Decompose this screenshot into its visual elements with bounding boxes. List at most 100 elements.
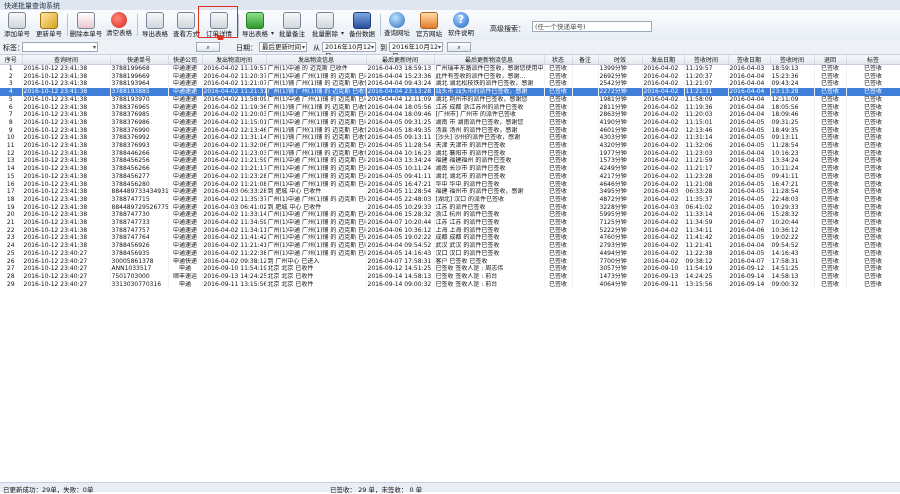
column-header[interactable]: 发出物流信息 (266, 55, 367, 65)
table-cell: 2016-04-02 (642, 211, 685, 220)
table-cell (572, 249, 599, 258)
table-cell: 已签收 (544, 226, 573, 235)
official-site-button[interactable]: 官方网站 (414, 11, 444, 39)
column-header[interactable]: 最后更新物流信息 (434, 55, 545, 65)
table-row[interactable]: 5 2016-10-12 23:41:38 3788193970 中通速递 2016-0… (0, 95, 900, 104)
tag-label: 标签： (3, 44, 24, 52)
table-row[interactable]: 6 2016-10-12 23:41:38 3788376965 中通速递 2016-0… (0, 103, 900, 112)
batch-note-button[interactable]: 批量备注 (277, 11, 307, 39)
table-cell: 中通速递 (168, 242, 203, 250)
table-cell: 中通速递 (168, 203, 203, 212)
search-button[interactable]: ⌕ (196, 42, 220, 52)
table-row[interactable]: 16 2016-10-12 23:41:38 3788456280 中通速递 2016-… (0, 180, 900, 189)
table-cell: 已签收 (846, 72, 900, 81)
table-cell: 09:43:24 (770, 80, 815, 89)
column-header[interactable]: 发出日期 (642, 55, 685, 65)
column-header[interactable]: 时效 (598, 55, 643, 65)
column-header[interactable]: 状态 (544, 55, 573, 65)
table-cell: 2016-04-02 (642, 134, 685, 143)
search-input[interactable]: (任一个快递单号) (532, 21, 652, 32)
table-cell: 15:23:36 (770, 72, 815, 81)
help-button[interactable]: ? 软件说明 (446, 11, 476, 39)
column-header[interactable]: 快递公司 (168, 55, 203, 65)
table-row[interactable]: 19 2016-10-12 23:41:38 8844897295267754 中通速… (0, 203, 900, 212)
chevron-down-icon[interactable]: ▾ (341, 30, 344, 37)
from-date-picker[interactable]: 2016年10月12日 (322, 42, 376, 60)
table-cell: 8844897334349317 (110, 188, 169, 196)
table-row[interactable]: 20 2016-10-12 23:41:38 3788747730 中通速递 2016-… (0, 211, 900, 220)
query-url-button[interactable]: 查询网址 (382, 11, 412, 39)
table-cell: 2016-04-05 (728, 249, 771, 258)
date-type-select[interactable]: 最后更新时间 (259, 42, 307, 52)
date-search-button[interactable]: ⌕ (447, 42, 471, 52)
table-cell: 28 (0, 272, 23, 281)
table-row[interactable]: 28 2016-10-12 23:40:27 7501703000 顺丰速运 2016-… (0, 272, 900, 281)
table-row[interactable]: 8 2016-10-12 23:41:38 3788376986 中通速递 2016-0… (0, 118, 900, 127)
table-row[interactable]: 22 2016-10-12 23:41:38 3788747757 中通速递 2016-… (0, 226, 900, 235)
view-mode-button[interactable]: 查看方式 (172, 11, 200, 39)
column-header[interactable]: 发出物流时间 (202, 55, 267, 65)
table-row[interactable]: 10 2016-10-12 23:41:38 3788376992 中通速递 2016-… (0, 134, 900, 143)
table-row[interactable]: 14 2016-10-12 23:41:38 3788456266 中通速递 2016-… (0, 165, 900, 173)
table-cell: 09:31:25 (770, 118, 815, 127)
column-header[interactable]: 签收时间 (684, 55, 729, 65)
column-header[interactable]: 退回 (814, 55, 847, 65)
column-header[interactable]: 序号 (0, 55, 23, 65)
separator (380, 14, 381, 36)
table-cell: 北京 北京 已收件 (266, 272, 367, 281)
table-row[interactable]: 21 2016-10-12 23:41:38 3788747733 中通速递 2016-… (0, 219, 900, 227)
table-row[interactable]: 4 2016-10-12 23:41:38 3788193885 中通速递 2016-0… (0, 88, 900, 96)
clear-table-button[interactable]: 清空表格 (104, 11, 134, 39)
table-cell: 2016-10-12 23:41:38 (22, 211, 111, 220)
table-row[interactable]: 17 2016-10-12 23:41:38 8844897334349317 中通速… (0, 188, 900, 196)
table-row[interactable]: 3 2016-10-12 23:41:38 3788193964 中通速递 2016-0… (0, 80, 900, 89)
table-cell: 2016-09-13 (642, 272, 685, 281)
column-header[interactable]: 最后更新时间 (366, 55, 435, 65)
column-header[interactable]: 查询时间 (22, 55, 111, 65)
table-row[interactable]: 25 2016-10-12 23:40:27 3788456935 中通速递 2016-… (0, 249, 900, 258)
table-row[interactable]: 29 2016-10-12 23:40:27 3313030770316 申通 2016… (0, 280, 900, 289)
table-row[interactable]: 2 2016-10-12 23:41:38 3788199669 中通速递 2016-0… (0, 72, 900, 81)
table-cell: 已签收 (544, 219, 573, 227)
batch-delete-button[interactable]: 批量删除 (310, 11, 340, 39)
export-table-button[interactable]: 导出表格 (140, 11, 170, 39)
table-row[interactable]: 23 2016-10-12 23:41:38 3788747764 中通速递 2016-… (0, 234, 900, 243)
table-row[interactable]: 15 2016-10-12 23:41:38 3788456277 中通速递 2016-… (0, 172, 900, 181)
backup-data-button[interactable]: 备份数据 (347, 11, 377, 39)
table-cell: 2016-04-03 (642, 188, 685, 196)
table-cell: 3788747730 (110, 211, 169, 220)
column-header[interactable]: 签收时间 (770, 55, 815, 65)
delete-number-button[interactable]: 删除本单号 (70, 11, 102, 39)
table-row[interactable]: 13 2016-10-12 23:41:38 3788456256 中通速递 2016-… (0, 157, 900, 166)
table-cell: 13 (0, 157, 23, 166)
table-cell: 中通速递 (168, 157, 203, 166)
table-row[interactable]: 24 2016-10-12 23:41:38 3788456926 中通速递 2016-… (0, 242, 900, 250)
column-header[interactable]: 快递单号 (110, 55, 169, 65)
table-row[interactable]: 9 2016-10-12 23:41:38 3788376990 中通速递 2016-0… (0, 126, 900, 135)
table-row[interactable]: 27 2016-10-12 23:40:27 ANN1033517 申通 2016-09… (0, 265, 900, 273)
tag-select[interactable] (22, 42, 98, 52)
table-cell: 2016-09-10 (642, 265, 685, 273)
table-cell: 2016-10-12 23:41:38 (22, 149, 111, 158)
table-cell: 广州(1)中通 广州(1)铺 的 迈克斯 已收件 (266, 172, 367, 181)
table-cell (572, 149, 599, 158)
table-cell: 11:23:03 (684, 149, 729, 158)
update-number-button[interactable]: 更新单号 (34, 11, 64, 39)
table-row[interactable]: 12 2016-10-12 23:41:38 3788446266 中通速递 2016-… (0, 149, 900, 158)
to-date-picker[interactable]: 2016年10月12日 (389, 42, 443, 60)
table-row[interactable]: 11 2016-10-12 23:41:38 3788376993 中通速递 2016-… (0, 142, 900, 150)
table-row[interactable]: 18 2016-10-12 23:41:38 3788747715 中通速递 2016-… (0, 195, 900, 204)
add-number-button[interactable]: 添加单号 (2, 11, 32, 39)
table-cell: 已签收 (846, 249, 900, 258)
table-cell: 30005861378 (110, 257, 169, 266)
table-cell: 3788376965 (110, 103, 169, 112)
table-row[interactable]: 1 2016-10-12 23:41:38 3788199668 中通速递 2016-0… (0, 64, 900, 73)
table-cell: 2016-04-04 (728, 242, 771, 250)
table-row[interactable]: 7 2016-10-12 23:41:38 3788376985 中通速递 2016-0… (0, 111, 900, 119)
table-cell: 已签收 (846, 188, 900, 196)
table-cell: 中通速递 (168, 180, 203, 189)
table-row[interactable]: 26 2016-10-12 23:40:27 30005861378 申通快递 2016… (0, 257, 900, 266)
column-header[interactable]: 备注 (572, 55, 599, 65)
column-header[interactable]: 签收日期 (728, 55, 771, 65)
column-header[interactable]: 标签 (846, 55, 900, 65)
